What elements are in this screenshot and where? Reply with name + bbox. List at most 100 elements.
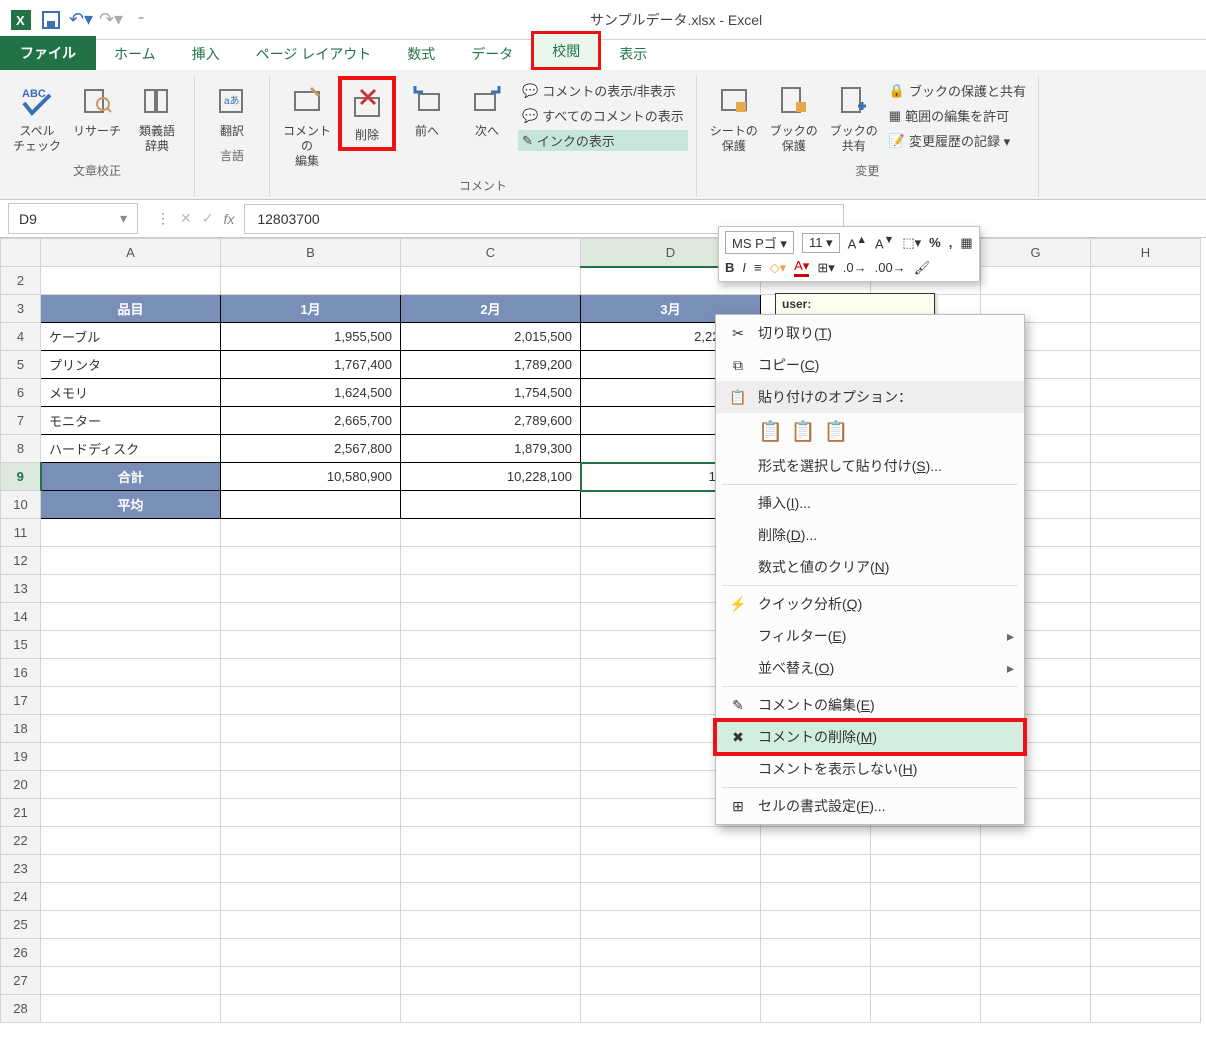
align-icon[interactable]: ≡ bbox=[754, 260, 762, 275]
row-header[interactable]: 25 bbox=[1, 911, 41, 939]
cell[interactable]: 1,624,500 bbox=[221, 379, 401, 407]
row-header[interactable]: 8 bbox=[1, 435, 41, 463]
border-icon[interactable]: ▦ bbox=[960, 235, 972, 251]
cell[interactable]: 品目 bbox=[41, 295, 221, 323]
cell[interactable]: 2,665,700 bbox=[221, 407, 401, 435]
show-hide-comment[interactable]: 💬コメントの表示/非表示 bbox=[518, 80, 688, 101]
ctx-delete-comment[interactable]: ✖コメントの削除(M) bbox=[716, 721, 1024, 753]
cell[interactable]: ケーブル bbox=[41, 323, 221, 351]
row-header[interactable]: 2 bbox=[1, 267, 41, 295]
row-header[interactable]: 11 bbox=[1, 519, 41, 547]
row-header[interactable]: 5 bbox=[1, 351, 41, 379]
tab-file[interactable]: ファイル bbox=[0, 36, 96, 70]
comma-icon[interactable]: , bbox=[949, 235, 953, 250]
ctx-clear[interactable]: 数式と値のクリア(N) bbox=[716, 551, 1024, 583]
col-header[interactable]: C bbox=[401, 239, 581, 267]
enter-icon[interactable]: ✓ bbox=[202, 210, 214, 227]
cell[interactable]: 1,879,300 bbox=[401, 435, 581, 463]
row-header[interactable]: 7 bbox=[1, 407, 41, 435]
cell[interactable]: ハードディスク bbox=[41, 435, 221, 463]
spellcheck-button[interactable]: ABCスペルチェック bbox=[8, 76, 66, 158]
share-book-button[interactable]: ブックの共有 bbox=[825, 76, 883, 158]
cell[interactable]: モニター bbox=[41, 407, 221, 435]
save-icon[interactable] bbox=[38, 7, 64, 33]
row-header[interactable]: 18 bbox=[1, 715, 41, 743]
undo-icon[interactable]: ↶▾ bbox=[68, 7, 94, 33]
row-header[interactable]: 20 bbox=[1, 771, 41, 799]
next-comment-button[interactable]: 次へ bbox=[458, 76, 516, 143]
row-header[interactable]: 26 bbox=[1, 939, 41, 967]
ctx-copy[interactable]: ⧉コピー(C) bbox=[716, 349, 1024, 381]
ctx-cut[interactable]: ✂切り取り(T) bbox=[716, 317, 1024, 349]
fill-color-icon[interactable]: ◇▾ bbox=[770, 260, 787, 276]
font-select[interactable]: MS Pゴ ▾ bbox=[725, 231, 794, 254]
tab-formulas[interactable]: 数式 bbox=[389, 37, 453, 70]
row-header[interactable]: 6 bbox=[1, 379, 41, 407]
cell[interactable]: 2,015,500 bbox=[401, 323, 581, 351]
cancel-icon[interactable]: ✕ bbox=[180, 210, 192, 227]
fx-icon[interactable]: fx bbox=[223, 211, 234, 227]
ctx-sort[interactable]: 並べ替え(O)▸ bbox=[716, 652, 1024, 684]
tab-view[interactable]: 表示 bbox=[601, 37, 665, 70]
ctx-format-cells[interactable]: ⊞セルの書式設定(F)... bbox=[716, 790, 1024, 822]
ctx-edit-comment[interactable]: ✎コメントの編集(E) bbox=[716, 689, 1024, 721]
tab-pagelayout[interactable]: ページ レイアウト bbox=[238, 37, 390, 70]
cell[interactable]: 1,955,500 bbox=[221, 323, 401, 351]
row-header[interactable]: 22 bbox=[1, 827, 41, 855]
cell[interactable]: 合計 bbox=[41, 463, 221, 491]
cell[interactable]: メモリ bbox=[41, 379, 221, 407]
row-header[interactable]: 10 bbox=[1, 491, 41, 519]
cell[interactable]: 10,580,900 bbox=[221, 463, 401, 491]
tab-insert[interactable]: 挿入 bbox=[174, 37, 238, 70]
edit-comment-button[interactable]: コメントの編集 bbox=[278, 76, 336, 173]
col-header[interactable]: G bbox=[981, 239, 1091, 267]
cell[interactable] bbox=[401, 491, 581, 519]
row-header[interactable]: 14 bbox=[1, 603, 41, 631]
cell[interactable]: 1,754,500 bbox=[401, 379, 581, 407]
italic-icon[interactable]: I bbox=[742, 260, 746, 275]
increase-decimal-icon[interactable]: .0→ bbox=[843, 260, 867, 275]
size-select[interactable]: 11 ▾ bbox=[802, 233, 840, 253]
protect-share[interactable]: 🔒ブックの保護と共有 bbox=[885, 80, 1030, 101]
tab-review[interactable]: 校閲 bbox=[531, 31, 601, 70]
row-header[interactable]: 24 bbox=[1, 883, 41, 911]
translate-button[interactable]: aあ翻訳 bbox=[203, 76, 261, 143]
decrease-decimal-icon[interactable]: .00→ bbox=[875, 260, 906, 275]
qat-customize-icon[interactable]: ⁼ bbox=[128, 7, 154, 33]
cell[interactable]: 2月 bbox=[401, 295, 581, 323]
paste-option-icon[interactable]: 📋 bbox=[791, 419, 816, 444]
ctx-insert[interactable]: 挿入(I)... bbox=[716, 487, 1024, 519]
prev-comment-button[interactable]: 前へ bbox=[398, 76, 456, 143]
borders-icon[interactable]: ⊞▾ bbox=[817, 260, 834, 276]
track-changes[interactable]: 📝変更履歴の記録 ▾ bbox=[885, 130, 1030, 151]
row-header[interactable]: 13 bbox=[1, 575, 41, 603]
format-painter-icon[interactable]: 🖌 bbox=[914, 260, 931, 276]
row-header[interactable]: 19 bbox=[1, 743, 41, 771]
row-header[interactable]: 21 bbox=[1, 799, 41, 827]
row-header[interactable]: 9 bbox=[1, 463, 41, 491]
decrease-font-icon[interactable]: A▼ bbox=[875, 234, 894, 251]
ctx-hide-comment[interactable]: コメントを表示しない(H) bbox=[716, 753, 1024, 785]
thesaurus-button[interactable]: 類義語辞典 bbox=[128, 76, 186, 158]
cell[interactable]: 1,767,400 bbox=[221, 351, 401, 379]
row-header[interactable]: 4 bbox=[1, 323, 41, 351]
delete-comment-button[interactable]: 削除 bbox=[338, 76, 396, 151]
select-all[interactable] bbox=[1, 239, 41, 267]
cell[interactable]: 10,228,100 bbox=[401, 463, 581, 491]
worksheet-grid[interactable]: A B C D E F G H 2 3 品目 1月 2月 3月 4 ケーブル 1… bbox=[0, 238, 1206, 1023]
row-header[interactable]: 28 bbox=[1, 995, 41, 1023]
protect-book-button[interactable]: ブックの保護 bbox=[765, 76, 823, 158]
bold-icon[interactable]: B bbox=[725, 260, 734, 275]
row-header[interactable]: 15 bbox=[1, 631, 41, 659]
cell[interactable]: 2,567,800 bbox=[221, 435, 401, 463]
research-button[interactable]: リサーチ bbox=[68, 76, 126, 143]
show-ink[interactable]: ✎インクの表示 bbox=[518, 130, 688, 151]
redo-icon[interactable]: ↷▾ bbox=[98, 7, 124, 33]
paste-option-icon[interactable]: 📋 bbox=[824, 419, 849, 444]
ctx-filter[interactable]: フィルター(E)▸ bbox=[716, 620, 1024, 652]
font-color-icon[interactable]: A▾ bbox=[794, 258, 809, 277]
cell[interactable]: 1,789,200 bbox=[401, 351, 581, 379]
percent-icon[interactable]: % bbox=[929, 235, 941, 250]
ctx-paste-special[interactable]: 形式を選択して貼り付け(S)... bbox=[716, 450, 1024, 482]
row-header[interactable]: 27 bbox=[1, 967, 41, 995]
